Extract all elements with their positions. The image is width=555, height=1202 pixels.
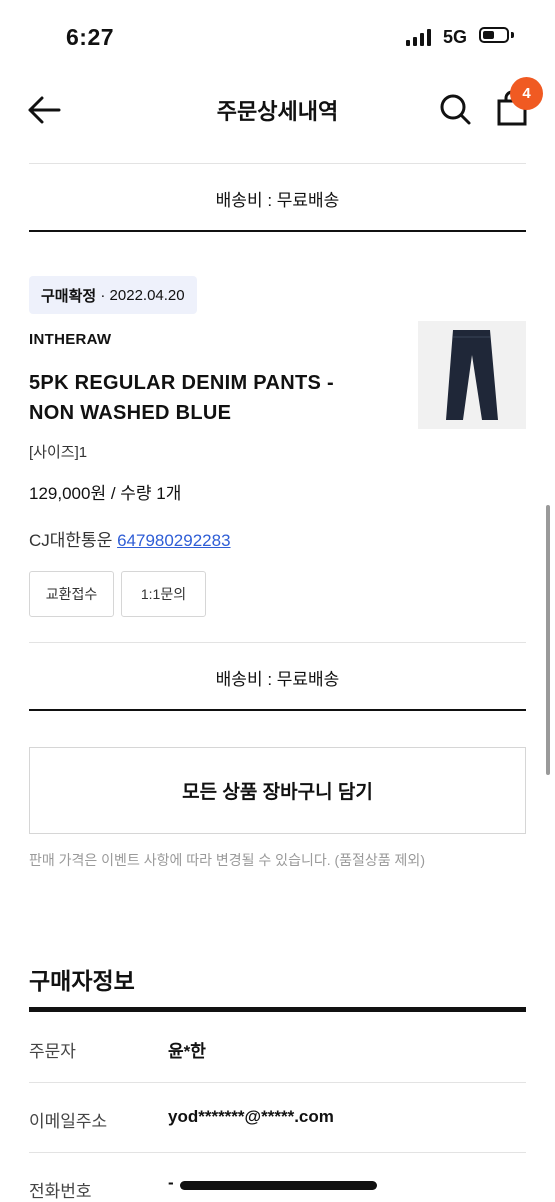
shipping-fee: 배송비 : 무료배송 — [215, 191, 340, 210]
price-quantity: 129,000원 / 수량 1개 — [29, 484, 182, 503]
redaction-bar — [180, 1181, 377, 1190]
divider — [29, 163, 526, 164]
product-name-line1: 5PK REGULAR DENIM PANTS - — [29, 372, 334, 394]
divider-dark — [29, 709, 526, 711]
product-name[interactable]: 5PK REGULAR DENIM PANTS - NON WASHED BLU… — [29, 368, 389, 428]
phone-value: - — [168, 1173, 174, 1192]
buyer-info-title: 구매자정보 — [29, 968, 135, 994]
email-value: yod*******@*****.com — [168, 1107, 334, 1126]
battery-tip — [511, 32, 514, 38]
add-all-to-cart-button[interactable]: 모든 상품 장바구니 담기 — [29, 747, 526, 834]
courier-name: CJ대한통운 — [29, 531, 113, 550]
section-divider — [29, 1007, 526, 1012]
status-time: 6:27 — [66, 24, 115, 50]
battery-icon — [479, 27, 509, 43]
signal-icon — [406, 29, 431, 46]
denim-pants-image — [446, 330, 498, 420]
price-notice: 판매 가격은 이벤트 사항에 따라 변경될 수 있습니다. (품절상품 제외) — [29, 852, 425, 868]
courier-info: CJ대한통운 647980292283 — [29, 526, 231, 551]
order-date: · 2022.04.20 — [100, 286, 185, 304]
email-label: 이메일주소 — [29, 1112, 108, 1131]
product-thumbnail[interactable] — [418, 321, 526, 429]
orderer-label: 주문자 — [29, 1042, 76, 1061]
divider — [29, 1082, 526, 1083]
divider-dark — [29, 230, 526, 232]
network-type: 5G — [443, 27, 468, 47]
order-status: 구매확정 — [41, 287, 97, 305]
divider — [29, 1152, 526, 1153]
order-status-tag: 구매확정 · 2022.04.20 — [29, 276, 197, 314]
exchange-button[interactable]: 교환접수 — [29, 571, 114, 617]
shipping-fee-bottom: 배송비 : 무료배송 — [215, 670, 340, 689]
divider — [29, 642, 526, 643]
scrollbar[interactable] — [546, 505, 550, 775]
cart-count-badge: 4 — [510, 77, 543, 110]
product-name-line2: NON WASHED BLUE — [29, 402, 232, 424]
inquiry-button[interactable]: 1:1문의 — [121, 571, 206, 617]
option-text: [사이즈]1 — [29, 444, 88, 461]
tracking-link[interactable]: 647980292283 — [117, 531, 230, 550]
search-icon[interactable] — [438, 92, 472, 126]
phone-label: 전화번호 — [29, 1182, 92, 1201]
orderer-value: 윤*한 — [168, 1042, 206, 1061]
brand-name[interactable]: INTHERAW — [29, 331, 111, 348]
